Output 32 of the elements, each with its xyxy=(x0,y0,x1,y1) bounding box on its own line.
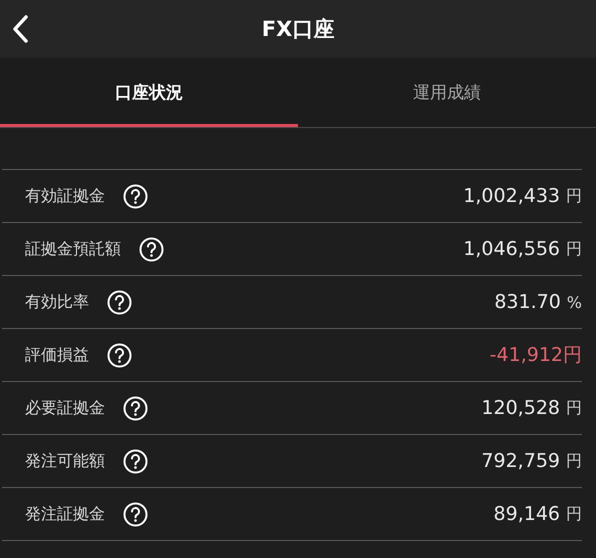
row-value: 831.70 xyxy=(494,291,561,313)
unit-label: 円 xyxy=(566,504,582,524)
row-label: 証拠金預託額 xyxy=(25,238,121,260)
help-icon[interactable] xyxy=(107,290,132,314)
row-label: 発注可能額 xyxy=(25,450,105,472)
help-icon[interactable] xyxy=(123,448,148,474)
row-value: 792,759 xyxy=(481,450,560,472)
row-value: 1,046,556 xyxy=(463,238,560,260)
help-icon[interactable] xyxy=(139,236,164,262)
header-title: FX口座 xyxy=(262,16,334,43)
row-value: -41,912 xyxy=(490,344,563,366)
unit-label: 円 xyxy=(566,450,582,472)
help-icon[interactable] xyxy=(123,396,148,420)
unit-label: 円 xyxy=(563,343,582,368)
unit-label: % xyxy=(566,292,582,312)
unit-label: 円 xyxy=(566,398,582,418)
unit-label: 円 xyxy=(566,238,582,260)
help-icon[interactable] xyxy=(123,184,148,208)
unit-label: 円 xyxy=(566,186,582,206)
row-value: 1,002,433 xyxy=(463,185,560,207)
help-icon[interactable] xyxy=(107,342,132,368)
row-value: 120,528 xyxy=(481,397,560,419)
row-value: 89,146 xyxy=(494,503,560,525)
back-icon xyxy=(11,14,29,44)
help-icon[interactable] xyxy=(123,502,148,526)
tab[interactable]: 運用成績 xyxy=(298,58,596,127)
row-label: 有効証拠金 xyxy=(25,186,105,206)
tab[interactable]: 口座状況 xyxy=(0,58,298,127)
row-label: 評価損益 xyxy=(25,344,89,366)
row-label: 必要証拠金 xyxy=(25,398,105,418)
row-label: 有効比率 xyxy=(25,292,89,312)
row-label: 発注証拠金 xyxy=(25,504,105,524)
